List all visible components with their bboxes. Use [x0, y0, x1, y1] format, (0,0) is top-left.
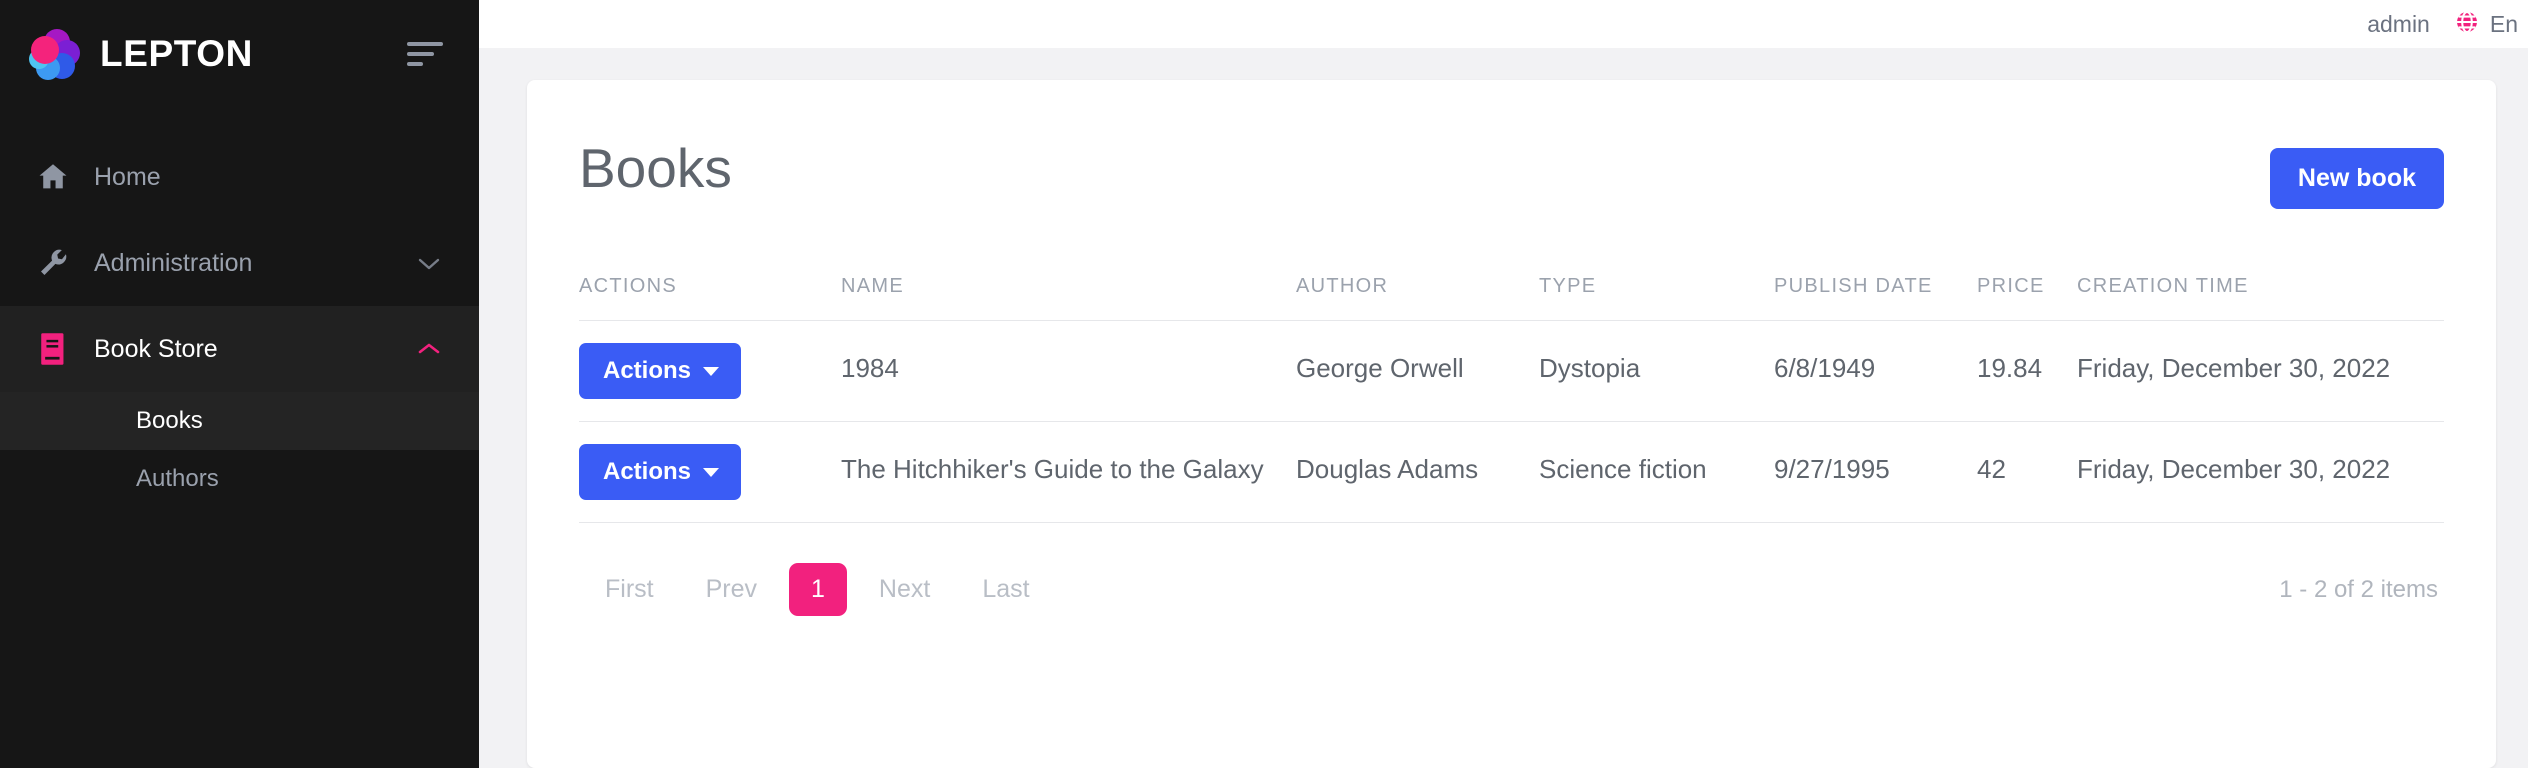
brand-name: LEPTON	[100, 33, 253, 75]
app-root: LEPTON Home Administr	[0, 0, 2528, 768]
language-label: En	[2490, 11, 2518, 38]
chevron-down-icon	[415, 254, 443, 272]
pagination-page-1[interactable]: 1	[789, 563, 847, 616]
row-actions-button[interactable]: Actions	[579, 343, 741, 399]
table-header-row: Actions Name Author Type Publish Date Pr…	[579, 275, 2444, 321]
sidebar-item-label: Administration	[94, 249, 252, 278]
table-row: Actions 1984 George Orwell Dystopia 6/8/…	[579, 321, 2444, 422]
cell-type: Science fiction	[1539, 422, 1774, 523]
cell-name: 1984	[841, 321, 1296, 422]
pagination-next[interactable]: Next	[853, 577, 956, 602]
cell-price: 19.84	[1977, 321, 2077, 422]
column-header-creation-time: Creation Time	[2077, 275, 2444, 321]
caret-down-icon	[703, 367, 719, 376]
pagination-prev[interactable]: Prev	[680, 577, 783, 602]
sidebar-item-home[interactable]: Home	[0, 134, 479, 220]
cell-creation-time: Friday, December 30, 2022	[2077, 422, 2444, 523]
home-icon	[34, 158, 72, 196]
new-book-button[interactable]: New book	[2270, 148, 2444, 209]
cell-author: George Orwell	[1296, 321, 1539, 422]
books-card: Books New book Actions Name Author Type …	[527, 80, 2496, 768]
caret-down-icon	[703, 468, 719, 477]
column-header-author: Author	[1296, 275, 1539, 321]
sidebar-nav: Home Administration	[0, 108, 479, 508]
row-actions-button-label: Actions	[603, 357, 691, 385]
globe-icon	[2454, 9, 2480, 40]
column-header-actions: Actions	[579, 275, 841, 321]
row-actions-button[interactable]: Actions	[579, 444, 741, 500]
sidebar-item-label: Home	[94, 163, 161, 192]
sidebar-subitem-label: Books	[136, 407, 203, 435]
cell-creation-time: Friday, December 30, 2022	[2077, 321, 2444, 422]
pagination-first[interactable]: First	[579, 577, 680, 602]
cell-publish-date: 6/8/1949	[1774, 321, 1977, 422]
current-user-label[interactable]: admin	[2367, 11, 2430, 38]
cell-name: The Hitchhiker's Guide to the Galaxy	[841, 422, 1296, 523]
sidebar: LEPTON Home Administr	[0, 0, 479, 768]
sidebar-item-book-store[interactable]: Book Store	[0, 306, 479, 392]
cell-price: 42	[1977, 422, 2077, 523]
sidebar-item-authors[interactable]: Authors	[0, 450, 479, 508]
cell-publish-date: 9/27/1995	[1774, 422, 1977, 523]
sidebar-item-books[interactable]: Books	[0, 392, 479, 450]
column-header-name: Name	[841, 275, 1296, 321]
hamburger-menu-icon[interactable]	[407, 41, 443, 67]
pagination-controls: First Prev 1 Next Last	[579, 563, 1056, 616]
sidebar-item-label: Book Store	[94, 335, 218, 364]
column-header-publish-date: Publish Date	[1774, 275, 1977, 321]
row-actions-button-label: Actions	[603, 458, 691, 486]
lepton-flower-logo	[22, 23, 84, 85]
chevron-up-icon	[415, 340, 443, 358]
books-table-head: Actions Name Author Type Publish Date Pr…	[579, 275, 2444, 321]
books-table-body: Actions 1984 George Orwell Dystopia 6/8/…	[579, 321, 2444, 523]
column-header-type: Type	[1539, 275, 1774, 321]
pagination-last[interactable]: Last	[956, 577, 1055, 602]
brand-row: LEPTON	[0, 0, 479, 108]
books-table: Actions Name Author Type Publish Date Pr…	[579, 275, 2444, 523]
sidebar-subitem-label: Authors	[136, 465, 219, 493]
cell-actions: Actions	[579, 422, 841, 523]
main-content: admin En Books New book	[479, 0, 2528, 768]
book-icon	[34, 330, 72, 368]
pagination: First Prev 1 Next Last 1 - 2 of 2 items	[579, 563, 2444, 616]
cell-actions: Actions	[579, 321, 841, 422]
card-header: Books New book	[579, 120, 2444, 209]
page-title: Books	[579, 138, 732, 199]
cell-author: Douglas Adams	[1296, 422, 1539, 523]
wrench-icon	[34, 244, 72, 282]
language-switcher[interactable]: En	[2454, 9, 2518, 40]
sidebar-item-administration[interactable]: Administration	[0, 220, 479, 306]
top-bar: admin En	[479, 0, 2528, 48]
table-row: Actions The Hitchhiker's Guide to the Ga…	[579, 422, 2444, 523]
cell-type: Dystopia	[1539, 321, 1774, 422]
column-header-price: Price	[1977, 275, 2077, 321]
pagination-summary: 1 - 2 of 2 items	[2279, 576, 2444, 604]
